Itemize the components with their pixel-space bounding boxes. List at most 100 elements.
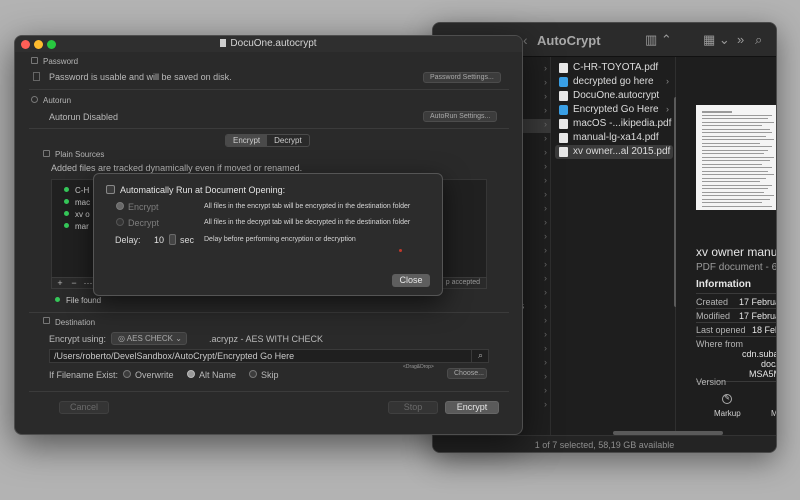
more-chevron-icon[interactable]: » (737, 32, 744, 47)
skip-label[interactable]: Skip (261, 370, 279, 380)
cancel-button[interactable]: Cancel (59, 401, 109, 414)
chevron-right-icon: › (544, 105, 547, 115)
thumbnail-text-line (702, 132, 772, 133)
chevron-right-icon: › (544, 385, 547, 395)
pdf-thumbnail[interactable] (696, 105, 776, 210)
password-settings-button[interactable]: Password Settings... (423, 72, 501, 83)
thumbnail-text-line (702, 135, 766, 137)
finder-title: AutoCrypt (537, 33, 601, 48)
skip-radio[interactable] (249, 370, 257, 378)
markup-icon[interactable]: ✎ (722, 394, 732, 404)
chevron-down-icon: ⌄ (175, 334, 182, 343)
file-name: decrypted go here (573, 76, 654, 87)
autorun-settings-sheet: Automatically Run at Document Opening: E… (93, 173, 443, 296)
close-button[interactable]: Close (392, 274, 430, 287)
stop-button[interactable]: Stop (388, 401, 438, 414)
folder-icon (559, 77, 568, 87)
delay-description: Delay before performing encryption or de… (204, 236, 356, 243)
markup-label[interactable]: Markup (714, 409, 741, 418)
decrypt-radio[interactable] (116, 218, 124, 226)
search-icon[interactable]: ⌕ (471, 349, 489, 363)
status-dot-icon (55, 297, 60, 302)
thumbnail-text-line (702, 111, 732, 113)
thumbnail-text-line (702, 146, 772, 147)
version-key: Version (696, 377, 727, 387)
where-from-key: Where from (696, 339, 744, 349)
tab-decrypt[interactable]: Decrypt (267, 135, 309, 146)
file-icon (559, 91, 568, 101)
encrypt-using-label: Encrypt using: (49, 334, 107, 344)
file-name: Encrypted Go Here (573, 104, 659, 115)
back-arrow-icon[interactable]: ‹ (523, 32, 528, 48)
delay-label: Delay: (115, 235, 141, 245)
file-list-item[interactable]: xv owner...al 2015.pdf (555, 145, 673, 159)
chevron-right-icon: › (544, 203, 547, 213)
finder-column-files[interactable]: C-HR-TOYOTA.pdf decrypted go here › DocuOne… (551, 57, 678, 449)
grid-view-icon[interactable]: ▦ ⌄ (703, 32, 730, 48)
thumbnail-text-line (702, 118, 768, 119)
chevron-right-icon: › (666, 104, 669, 114)
folder-icon (559, 105, 568, 115)
auto-run-label[interactable]: Automatically Run at Document Opening: (120, 185, 285, 195)
info-heading: Information (696, 279, 751, 290)
column-view-icon[interactable]: ▥ ⌃ (645, 32, 672, 48)
encrypt-button[interactable]: Encrypt (445, 401, 499, 414)
file-icon (559, 133, 568, 143)
divider (696, 293, 776, 294)
more-action-label[interactable]: M (771, 409, 776, 418)
chevron-right-icon: › (544, 371, 547, 381)
overwrite-radio[interactable] (123, 370, 131, 378)
thumbnail-text-line (702, 139, 774, 140)
auto-run-checkbox[interactable] (106, 185, 115, 194)
sources-note: Added files are tracked dynamically even… (51, 163, 303, 173)
list-item[interactable]: mac (64, 198, 90, 207)
thumbnail-text-line (702, 181, 760, 182)
thumbnail-text-line (702, 188, 768, 189)
list-item[interactable]: xv o (64, 210, 90, 219)
status-dot-icon (64, 187, 69, 192)
file-icon (559, 147, 568, 157)
file-list-item[interactable]: Encrypted Go Here › (555, 103, 673, 117)
file-list-item[interactable]: decrypted go here › (555, 75, 673, 89)
overwrite-label[interactable]: Overwrite (135, 370, 174, 380)
thumbnail-text-line (702, 195, 774, 196)
thumbnail-text-line (702, 202, 762, 203)
file-list-item[interactable]: C-HR-TOYOTA.pdf (555, 61, 673, 75)
tab-encrypt[interactable]: Encrypt (226, 135, 268, 146)
thumbnail-text-line (702, 167, 772, 168)
autorun-settings-button[interactable]: AutoRun Settings... (423, 111, 498, 122)
file-list-item[interactable]: macOS -...ikipedia.pdf (555, 117, 673, 131)
encrypt-option-label[interactable]: Encrypt (128, 202, 159, 212)
delay-unit: sec (180, 235, 195, 245)
list-item[interactable]: mar (64, 222, 89, 231)
remove-source-button[interactable]: − (68, 278, 80, 288)
file-icon (559, 63, 568, 73)
file-list-item[interactable]: manual-lg-xa14.pdf (555, 131, 673, 145)
thumbnail-text-line (702, 156, 774, 158)
autorun-status: Autorun Disabled (49, 112, 119, 122)
thumbnail-text-line (702, 184, 772, 186)
search-icon[interactable]: ⌕ (755, 32, 762, 48)
decrypt-option-label[interactable]: Decrypt (128, 218, 159, 228)
chevron-right-icon: › (544, 77, 547, 87)
encrypt-radio[interactable] (116, 202, 124, 210)
list-item[interactable]: C-H (64, 186, 89, 195)
choose-button[interactable]: Choose... (447, 368, 487, 379)
chevron-right-icon: › (544, 189, 547, 199)
add-source-button[interactable]: + (54, 278, 66, 288)
destination-path-field[interactable]: /Users/roberto/DevelSandbox/AutoCrypt/En… (49, 349, 489, 363)
alt-name-label[interactable]: Alt Name (199, 370, 236, 380)
file-name: manual-lg-xa14.pdf (573, 132, 659, 143)
delay-stepper[interactable] (169, 234, 176, 245)
alt-name-radio[interactable] (187, 370, 195, 378)
destination-heading: Destination (55, 318, 96, 327)
window-title-text: DocuOne.autocrypt (230, 38, 317, 49)
plain-sources-heading: Plain Sources (55, 150, 105, 159)
delay-field[interactable]: 10 (154, 235, 164, 245)
algorithm-select[interactable]: ◎ AES CHECK ⌄ (111, 332, 187, 345)
file-list-item[interactable]: DocuOne.autocrypt (555, 89, 673, 103)
divider (29, 128, 509, 129)
password-heading: Password (43, 57, 79, 66)
file-name: DocuOne.autocrypt (573, 90, 660, 101)
chevron-right-icon: › (544, 161, 547, 171)
